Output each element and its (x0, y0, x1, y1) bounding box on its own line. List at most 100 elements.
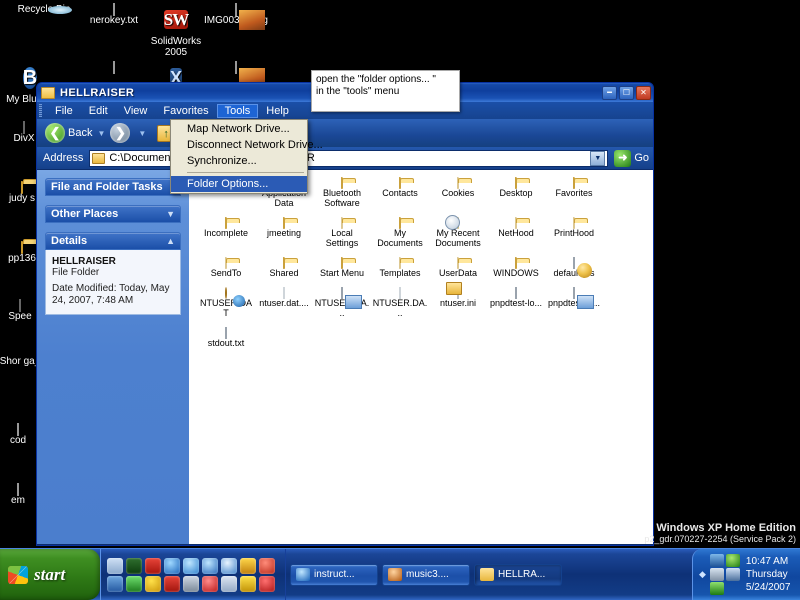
clock[interactable]: 10:47 AM Thursday 5/24/2007 (746, 555, 791, 594)
forward-dropdown-icon[interactable]: ▼ (138, 129, 146, 138)
file-list-item[interactable]: Desktop (487, 178, 545, 208)
file-list-item[interactable]: Contacts (371, 178, 429, 208)
file-list-item[interactable]: PrintHood (545, 218, 603, 248)
norton-icon[interactable] (726, 554, 740, 567)
file-list-item[interactable]: ntuser.dat.... (255, 288, 313, 318)
desktop-icon[interactable]: IMG0034A.jpg (200, 4, 272, 26)
file-list-item[interactable]: My Documents (371, 218, 429, 248)
explorer-window[interactable]: HELLRAISER ━ ☐ ✕ FileEditViewFavoritesTo… (36, 82, 654, 546)
menu-edit[interactable]: Edit (81, 104, 116, 118)
chevron-down-icon[interactable]: ▼ (166, 209, 175, 219)
network-icon[interactable] (710, 554, 724, 567)
chevron-down-icon[interactable]: ▼ (590, 151, 605, 166)
file-list-item[interactable]: default.pls (545, 258, 603, 278)
task-buttons[interactable]: instruct...music3....HELLRA... (286, 549, 692, 600)
tools-menu-item[interactable]: Map Network Drive... (171, 121, 307, 137)
menu-favorites[interactable]: Favorites (155, 104, 216, 118)
contacts-icon[interactable] (107, 576, 123, 592)
menubar-grip[interactable] (39, 104, 42, 117)
panel-header[interactable]: Details ▲ (45, 232, 181, 250)
tools-dropdown-menu[interactable]: Map Network Drive...Disconnect Network D… (170, 119, 308, 194)
file-list-item[interactable]: NTUSER.DA... (371, 288, 429, 318)
taskbar[interactable]: start instruct...music3....HELLRA... ◆ 1… (0, 548, 800, 600)
chevron-up-icon[interactable]: ▲ (166, 236, 175, 246)
back-dropdown-icon[interactable]: ▼ (97, 129, 105, 138)
start-button[interactable]: start (0, 549, 100, 600)
file-list-item[interactable]: My Recent Documents (429, 218, 487, 248)
file-list-item[interactable]: Local Settings (313, 218, 371, 248)
panel-header[interactable]: File and Folder Tasks (45, 178, 181, 196)
aim-icon[interactable] (126, 576, 142, 592)
key-icon[interactable] (240, 576, 256, 592)
file-list-item[interactable]: SendTo (197, 258, 255, 278)
menu-tools[interactable]: Tools (217, 104, 259, 118)
file-list-item[interactable]: Start Menu (313, 258, 371, 278)
sync-icon[interactable] (202, 558, 218, 574)
desktop-icon[interactable]: Recycle Bin (8, 4, 80, 15)
maximize-button[interactable]: ☐ (619, 86, 634, 100)
tools-menu-item[interactable]: Synchronize... (171, 153, 307, 169)
file-list-item[interactable]: Favorites (545, 178, 603, 208)
window-controls[interactable]: ━ ☐ ✕ (602, 86, 651, 100)
chevron-left-icon[interactable]: ◆ (699, 569, 706, 580)
details-panel-body: HELLRAISERFile FolderDate Modified: Toda… (45, 250, 181, 315)
file-list-item[interactable]: pnpdtest-lo... (545, 288, 603, 318)
file-list-item[interactable]: pnpdtest-lo... (487, 288, 545, 318)
emoticon-icon[interactable] (145, 576, 161, 592)
file-list-item[interactable]: ntuser.ini (429, 288, 487, 318)
media-center-icon[interactable] (145, 558, 161, 574)
taskbar-button[interactable]: music3.... (382, 564, 470, 586)
file-list-item[interactable]: WINDOWS (487, 258, 545, 278)
printer-icon[interactable] (183, 576, 199, 592)
file-list-item[interactable]: Shared (255, 258, 313, 278)
file-list-item[interactable]: UserData (429, 258, 487, 278)
solidworks-icon[interactable] (164, 576, 180, 592)
go-button[interactable]: ➜ Go (614, 150, 649, 167)
address-bar[interactable]: Address C:\Documents and Settings\HELLRA… (37, 147, 653, 169)
snowflake-icon[interactable] (183, 558, 199, 574)
file-list-item[interactable]: Templates (371, 258, 429, 278)
tools-menu-item[interactable]: Disconnect Network Drive... (171, 137, 307, 153)
menu-help[interactable]: Help (258, 104, 297, 118)
stop-icon[interactable] (259, 576, 275, 592)
display-icon[interactable] (710, 568, 724, 581)
file-list-item[interactable]: NTUSER.DAT (197, 288, 255, 318)
minimize-button[interactable]: ━ (602, 86, 617, 100)
file-name-label: NetHood (488, 228, 544, 238)
file-list-item[interactable]: NetHood (487, 218, 545, 248)
file-list-item[interactable]: jmeeting (255, 218, 313, 248)
panel-header[interactable]: Other Places▼ (45, 205, 181, 223)
tweak-icon[interactable] (240, 558, 256, 574)
show-desktop-icon[interactable] (107, 558, 123, 574)
menu-view[interactable]: View (116, 104, 156, 118)
virus-scan-icon[interactable] (259, 558, 275, 574)
file-list-item[interactable]: Cookies (429, 178, 487, 208)
standard-toolbar[interactable]: ❮ Back ▼ ❯ ▼ ↑ (37, 119, 653, 147)
menu-file[interactable]: File (47, 104, 81, 118)
file-list-item[interactable]: stdout.txt (197, 328, 255, 348)
file-list-item[interactable]: Incomplete (197, 218, 255, 248)
taskbar-button[interactable]: HELLRA... (474, 564, 562, 586)
folder-icon[interactable] (221, 576, 237, 592)
file-list-item[interactable]: NTUSER.DA... (313, 288, 371, 318)
system-tray[interactable]: ◆ 10:47 AM Thursday 5/24/2007 (692, 549, 800, 600)
media-player-icon[interactable] (221, 558, 237, 574)
forward-arrow-icon[interactable]: ❯ (110, 123, 130, 143)
back-button[interactable]: ❮ Back (45, 123, 92, 143)
tools-menu-item[interactable]: Folder Options... (171, 176, 307, 192)
quick-launch-bar[interactable] (100, 549, 286, 600)
record-icon[interactable] (202, 576, 218, 592)
tray-icons[interactable] (710, 554, 740, 595)
file-name-label: pnpdtest-lo... (488, 298, 544, 308)
zonealarm-icon[interactable] (726, 568, 740, 581)
address-input[interactable]: C:\Documents and Settings\HELLRAISER ▼ (89, 150, 608, 167)
file-list[interactable]: AIMProApplication DataBluetooth Software… (189, 170, 653, 544)
panel-title: Details (51, 235, 87, 247)
internet-explorer-icon[interactable] (164, 558, 180, 574)
volume-icon[interactable] (710, 582, 724, 595)
close-button[interactable]: ✕ (636, 86, 651, 100)
calculator-icon[interactable] (126, 558, 142, 574)
file-list-item[interactable]: Bluetooth Software (313, 178, 371, 208)
desktop-icon[interactable] (200, 62, 272, 73)
taskbar-button[interactable]: instruct... (290, 564, 378, 586)
